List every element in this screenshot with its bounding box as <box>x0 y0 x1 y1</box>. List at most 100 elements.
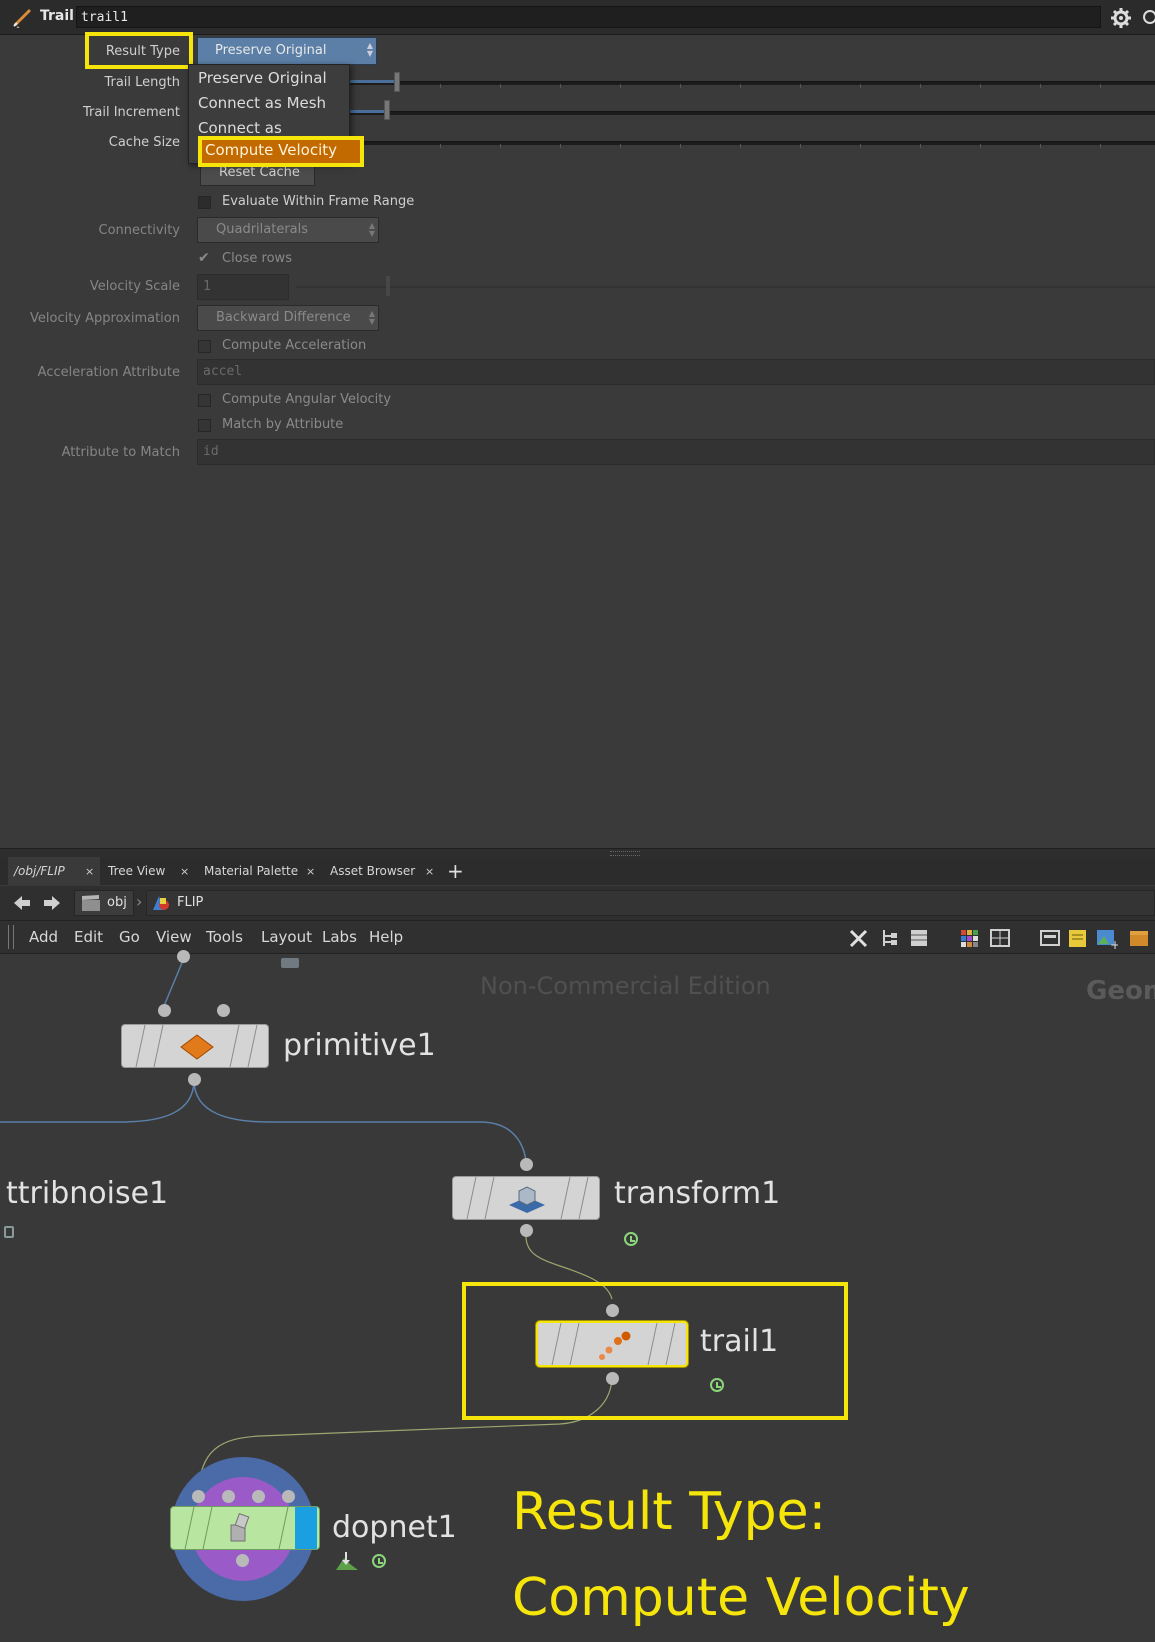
tab-material-palette[interactable]: Material Palette × <box>196 857 316 885</box>
display-flag[interactable] <box>295 1507 317 1549</box>
sticky-note-icon[interactable] <box>1068 927 1088 949</box>
search-icon[interactable] <box>1140 7 1155 29</box>
path-obj[interactable]: obj <box>74 890 134 916</box>
pencil-icon <box>13 8 32 28</box>
velocity-scale-slider[interactable] <box>296 286 1155 288</box>
tree-layout-icon[interactable] <box>880 927 898 949</box>
menu-layout[interactable]: Layout <box>261 921 312 953</box>
color-palette-icon[interactable] <box>960 927 980 949</box>
background-image-icon[interactable]: + <box>1096 927 1118 949</box>
trail-length-handle[interactable] <box>394 72 400 92</box>
tick <box>860 144 861 148</box>
attr-to-match-field[interactable]: id <box>197 439 1155 465</box>
input-connector[interactable] <box>520 1158 533 1171</box>
input-connector[interactable] <box>158 1004 171 1017</box>
tick <box>1100 144 1101 148</box>
path-flip-label: FLIP <box>177 895 204 910</box>
tab-label: /obj/FLIP <box>14 864 65 878</box>
dropdown-option-connect-mesh[interactable]: Connect as Mesh <box>198 94 326 112</box>
accel-attr-label: Acceleration Attribute <box>37 365 180 380</box>
input-connector[interactable] <box>252 1490 265 1503</box>
path-flip[interactable]: FLIP <box>146 890 1155 916</box>
svg-text:+: + <box>1110 938 1118 949</box>
network-menu-bar: Add Edit Go View Tools Layout Labs Help … <box>0 921 1155 954</box>
trail-length-slider[interactable] <box>350 81 1155 85</box>
input-connector[interactable] <box>222 1490 235 1503</box>
tab-label: Asset Browser <box>330 864 416 878</box>
accel-attr-value: accel <box>203 364 243 379</box>
trail-increment-handle[interactable] <box>384 100 390 120</box>
close-icon[interactable]: × <box>425 865 434 878</box>
output-connector[interactable] <box>236 1554 249 1567</box>
trail-increment-label: Trail Increment <box>83 105 180 120</box>
network-box-icon[interactable] <box>1040 927 1060 949</box>
match-attr-checkbox[interactable] <box>198 419 211 432</box>
menu-tools[interactable]: Tools <box>206 921 243 953</box>
trail-icon <box>599 1331 631 1360</box>
wrench-icon[interactable] <box>848 927 870 949</box>
menu-go[interactable]: Go <box>119 921 140 953</box>
checkmark-icon[interactable]: ✔ <box>198 250 210 266</box>
tab-obj-flip[interactable]: /obj/FLIP × <box>8 857 100 885</box>
tick <box>440 144 441 148</box>
network-editor[interactable]: Non-Commercial Edition Geom primitive1 t… <box>0 950 1155 1642</box>
accel-attr-field[interactable]: accel <box>197 359 1155 385</box>
grid-view-icon[interactable] <box>990 927 1010 949</box>
transform-icon <box>509 1186 545 1213</box>
input-connector[interactable] <box>282 1490 295 1503</box>
output-connector[interactable] <box>188 1073 201 1086</box>
velocity-scale-handle[interactable] <box>386 276 390 296</box>
input-connector[interactable] <box>217 1004 230 1017</box>
menu-view[interactable]: View <box>156 921 192 953</box>
menu-help[interactable]: Help <box>369 921 403 953</box>
back-arrow-icon[interactable] <box>12 895 32 911</box>
node-name-field[interactable]: trail1 <box>76 6 1101 28</box>
result-type-menu[interactable]: Preserve Original ▲ ▼ <box>197 37 377 65</box>
tick <box>920 144 921 148</box>
add-tab-icon[interactable]: + <box>447 859 464 883</box>
dropdown-option-preserve-original[interactable]: Preserve Original <box>198 69 327 87</box>
evaluate-range-label: Evaluate Within Frame Range <box>222 194 415 209</box>
compute-accel-checkbox[interactable] <box>198 340 211 353</box>
output-connector[interactable] <box>606 1372 619 1385</box>
list-view-icon[interactable] <box>910 927 928 949</box>
output-connector[interactable] <box>177 950 190 963</box>
path-bar: obj › FLIP <box>0 886 1155 921</box>
cache-size-slider[interactable] <box>350 141 1155 145</box>
tick <box>680 144 681 148</box>
forward-arrow-icon[interactable] <box>42 895 62 911</box>
output-connector[interactable] <box>520 1224 533 1237</box>
close-icon[interactable]: × <box>306 865 315 878</box>
connectivity-menu[interactable]: Quadrilaterals ▲ ▼ <box>197 217 379 243</box>
splitter-grip[interactable] <box>610 851 640 856</box>
velocity-approx-menu[interactable]: Backward Difference ▲ ▼ <box>197 305 379 331</box>
match-attr-label: Match by Attribute <box>222 417 344 432</box>
compute-velocity-label: Compute Velocity <box>205 141 338 159</box>
close-icon[interactable]: × <box>180 865 189 878</box>
input-connector[interactable] <box>192 1490 205 1503</box>
close-rows-label: Close rows <box>222 251 292 266</box>
reset-cache-label: Reset Cache <box>219 165 300 180</box>
node-dopnet1[interactable] <box>170 1506 320 1550</box>
menu-edit[interactable]: Edit <box>74 921 103 953</box>
menu-labs[interactable]: Labs <box>322 921 357 953</box>
close-icon[interactable]: × <box>85 865 94 878</box>
tab-tree-view[interactable]: Tree View × <box>100 857 192 885</box>
node-primitive1[interactable] <box>121 1024 269 1068</box>
package-icon[interactable] <box>1128 927 1150 949</box>
node-trail1[interactable] <box>536 1321 688 1367</box>
velocity-scale-field[interactable]: 1 <box>197 274 289 300</box>
compute-angular-checkbox[interactable] <box>198 394 211 407</box>
node-transform1[interactable] <box>452 1176 600 1220</box>
spinner-arrows-icon: ▲ ▼ <box>368 309 375 326</box>
evaluate-range-checkbox[interactable] <box>198 196 211 209</box>
annotation-line1: Result Type: <box>512 1482 827 1542</box>
dropdown-option-compute-velocity[interactable]: Compute Velocity <box>198 136 364 167</box>
menu-add[interactable]: Add <box>29 921 58 953</box>
gear-icon[interactable] <box>1110 7 1132 29</box>
tab-asset-browser[interactable]: Asset Browser × <box>322 857 440 885</box>
spinner-arrows-icon: ▲ ▼ <box>366 41 373 58</box>
input-connector[interactable] <box>606 1304 619 1317</box>
toolbar-grip[interactable] <box>8 925 14 949</box>
trail-increment-slider[interactable] <box>350 111 1155 115</box>
